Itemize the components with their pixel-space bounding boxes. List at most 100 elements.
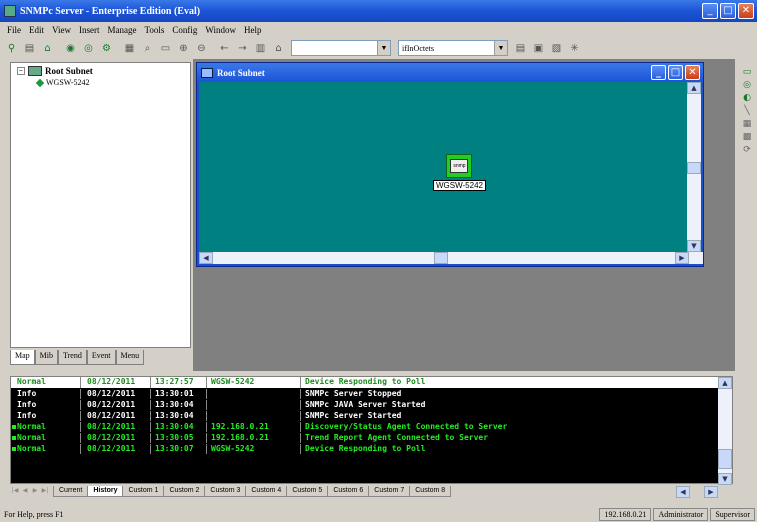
menu-tools[interactable]: Tools (140, 25, 168, 35)
tab-trend[interactable]: Trend (58, 350, 87, 365)
window-icon[interactable]: ▦ (121, 40, 138, 57)
event-row[interactable]: Info 08/12/2011 13:30:01 SNMPc Server Stopp… (11, 389, 718, 399)
poll-icon[interactable]: ◉ (62, 40, 79, 57)
first-tab-icon[interactable]: |◀ (10, 486, 20, 496)
report-icon[interactable]: ▧ (548, 40, 565, 57)
tab-custom-1[interactable]: Custom 1 (122, 485, 165, 497)
align-tool-icon[interactable]: ▩ (740, 131, 754, 143)
tab-history[interactable]: History (87, 485, 124, 497)
network-tool-icon[interactable]: ◎ (740, 79, 754, 91)
menu-view[interactable]: View (48, 25, 75, 35)
event-hscroll[interactable]: ◀ ▶ (676, 486, 720, 498)
scroll-thumb[interactable] (718, 449, 732, 469)
tab-custom-8[interactable]: Custom 8 (409, 485, 452, 497)
menu-manage[interactable]: Manage (103, 25, 140, 35)
scroll-left-icon[interactable]: ◀ (676, 486, 690, 498)
next-tab-icon[interactable]: ▶ (30, 486, 40, 496)
tab-custom-6[interactable]: Custom 6 (327, 485, 370, 497)
map-device-node[interactable]: snmp WGSW-5242 (433, 154, 486, 191)
lock-icon[interactable]: ⌂ (39, 40, 56, 57)
chart-icon[interactable]: ▣ (530, 40, 547, 57)
menu-insert[interactable]: Insert (75, 25, 104, 35)
zoom-icon[interactable]: ⌕ (139, 40, 156, 57)
scroll-right-icon[interactable]: ▶ (675, 252, 689, 264)
close-button[interactable]: ✕ (738, 3, 754, 19)
scroll-thumb[interactable] (687, 162, 701, 174)
zoom-in-icon[interactable]: ⊕ (175, 40, 192, 57)
prev-tab-icon[interactable]: ◀ (20, 486, 30, 496)
table-icon[interactable]: ▤ (512, 40, 529, 57)
event-row[interactable]: Normal 08/12/2011 13:30:04 192.168.0.21 Disc… (11, 422, 718, 432)
scroll-down-icon[interactable]: ▼ (687, 240, 701, 252)
tree-item-device[interactable]: WGSW-5242 (35, 78, 90, 87)
sparkle-icon[interactable]: ✳ (566, 40, 583, 57)
arrange-tool-icon[interactable]: ⟳ (740, 144, 754, 156)
up-icon[interactable]: ▥ (252, 40, 269, 57)
maximize-button[interactable]: □ (668, 65, 683, 80)
binoculars-icon[interactable]: ⚲ (3, 40, 20, 57)
event-row[interactable]: Normal 08/12/2011 13:30:07 WGSW-5242 Device … (11, 444, 718, 454)
tab-custom-2[interactable]: Custom 2 (163, 485, 206, 497)
tab-mib[interactable]: Mib (34, 350, 59, 365)
forward-icon[interactable]: → (234, 40, 251, 57)
menu-config[interactable]: Config (168, 25, 201, 35)
graph-icon[interactable]: ◎ (80, 40, 97, 57)
event-row[interactable]: Info 08/12/2011 13:30:04 SNMPc Server Start… (11, 411, 718, 421)
workstation-icon[interactable]: snmp (446, 154, 473, 178)
tab-custom-7[interactable]: Custom 7 (368, 485, 411, 497)
tab-map[interactable]: Map (10, 350, 35, 365)
scroll-up-icon[interactable]: ▲ (687, 82, 701, 94)
home-icon[interactable]: ⌂ (270, 40, 287, 57)
event-log[interactable]: Normal 08/12/2011 13:27:57 WGSW-5242 Dev… (10, 376, 733, 485)
zoom-1-1-icon[interactable]: ▭ (157, 40, 174, 57)
folder-icon[interactable]: ▤ (21, 40, 38, 57)
map-window-title-bar[interactable]: Root Subnet _ □ ✕ (197, 63, 703, 82)
event-row-selected[interactable]: Normal 08/12/2011 13:27:57 WGSW-5242 Dev… (11, 377, 718, 388)
tab-menu[interactable]: Menu (115, 350, 145, 365)
tab-custom-3[interactable]: Custom 3 (204, 485, 247, 497)
link-tool-icon[interactable]: ◐ (740, 92, 754, 104)
menu-edit[interactable]: Edit (25, 25, 48, 35)
scroll-right-icon[interactable]: ▶ (704, 486, 718, 498)
scroll-thumb[interactable] (434, 252, 448, 264)
event-cell-message: Discovery/Status Agent Connected to Serv… (305, 422, 508, 431)
map-canvas[interactable]: snmp WGSW-5242 (199, 82, 687, 252)
minimize-button[interactable]: _ (651, 65, 666, 80)
menu-window[interactable]: Window (201, 25, 240, 35)
tab-custom-4[interactable]: Custom 4 (245, 485, 288, 497)
tab-current[interactable]: Current (53, 485, 89, 497)
mib-variable-combo[interactable]: ifInOctets ▼ (398, 40, 508, 56)
tab-custom-5[interactable]: Custom 5 (286, 485, 329, 497)
event-scrollbar[interactable]: ▲ ▼ (718, 377, 732, 485)
line-tool-icon[interactable]: ╲ (740, 105, 754, 117)
zoom-out-icon[interactable]: ⊖ (193, 40, 210, 57)
event-row[interactable]: Normal 08/12/2011 13:30:05 192.168.0.21 Tren… (11, 433, 718, 443)
map-tree[interactable]: − Root Subnet WGSW-5242 (10, 62, 191, 348)
menu-help[interactable]: Help (240, 25, 266, 35)
maximize-button[interactable]: □ (720, 3, 736, 19)
grid-tool-icon[interactable]: ▦ (740, 118, 754, 130)
back-icon[interactable]: ← (216, 40, 233, 57)
horizontal-scrollbar[interactable]: ◀ ▶ (199, 252, 703, 264)
event-cell-time: 13:30:05 (151, 433, 207, 443)
tree-item-root-subnet[interactable]: − Root Subnet (17, 66, 93, 76)
chevron-down-icon[interactable]: ▼ (377, 41, 390, 55)
scroll-left-icon[interactable]: ◀ (199, 252, 213, 264)
tab-event[interactable]: Event (86, 350, 116, 365)
tree-item-label: Root Subnet (45, 66, 93, 76)
collapse-icon[interactable]: − (17, 67, 25, 75)
minimize-button[interactable]: _ (702, 3, 718, 19)
event-row[interactable]: Info 08/12/2011 13:30:04 SNMPc JAVA Server … (11, 400, 718, 410)
device-tool-icon[interactable]: ▭ (740, 66, 754, 78)
tools-icon[interactable]: ⚙ (98, 40, 115, 57)
vertical-scrollbar[interactable]: ▲ ▼ (687, 82, 701, 252)
close-button[interactable]: ✕ (685, 65, 700, 80)
scroll-down-icon[interactable]: ▼ (718, 473, 732, 485)
event-cell-date: 08/12/2011 (81, 411, 151, 421)
chevron-down-icon[interactable]: ▼ (494, 41, 507, 55)
event-cell-source: 192.168.0.21 (207, 433, 301, 443)
address-combo[interactable]: ▼ (291, 40, 391, 56)
last-tab-icon[interactable]: ▶| (40, 486, 50, 496)
scroll-up-icon[interactable]: ▲ (718, 377, 732, 389)
menu-file[interactable]: File (3, 25, 25, 35)
